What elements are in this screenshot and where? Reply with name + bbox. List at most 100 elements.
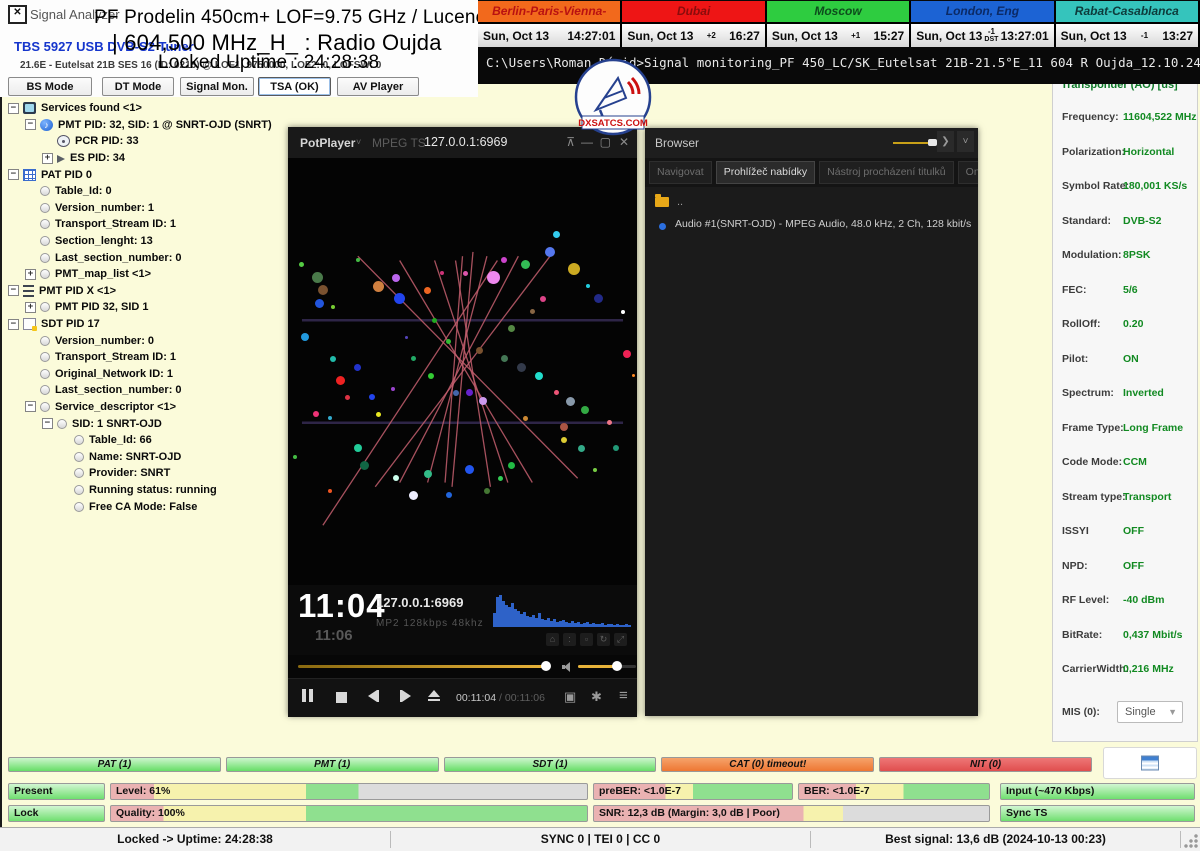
transponder-row-value: OFF <box>1123 525 1144 537</box>
expand-icon[interactable]: + <box>25 302 36 313</box>
browser-tab-navigovat[interactable]: Navigovat <box>649 161 712 184</box>
mode-tab-av-player[interactable]: AV Player <box>337 77 419 96</box>
dxsatcs-logo: DXSATCS.COM <box>574 58 652 136</box>
transponder-row-value: 180,001 KS/s <box>1123 180 1187 192</box>
status-sync-counters: SYNC 0 | TEI 0 | CC 0 <box>391 828 810 851</box>
collapse-icon[interactable]: − <box>8 319 19 330</box>
browser-volume-slider[interactable] <box>893 142 931 144</box>
dot-icon <box>40 352 50 362</box>
stop-button[interactable] <box>336 690 347 708</box>
transponder-row: Code Mode:CCM <box>1053 456 1199 472</box>
tree-item[interactable]: +ES PID: 34 <box>2 150 286 167</box>
tree-item[interactable]: Original_Network ID: 1 <box>2 366 286 383</box>
tree-item[interactable]: Transport_Stream ID: 1 <box>2 349 286 366</box>
transponder-row: Frame Type:Long Frame <box>1053 422 1199 438</box>
tree-item[interactable]: Free CA Mode: False <box>2 498 286 515</box>
transponder-row-value: 5/6 <box>1123 284 1138 296</box>
world-clock: Berlin-Paris-Vienna-RomaSun, Oct 1314:27… <box>478 1 622 47</box>
tree-item-label: Last_section_number: 0 <box>55 384 182 396</box>
tree-item[interactable]: PCR PID: 33 <box>2 133 286 150</box>
pause-button[interactable] <box>302 689 316 707</box>
transponder-row: Pilot:ON <box>1053 353 1199 369</box>
viz-dot <box>453 390 459 396</box>
tree-item[interactable]: Transport_Stream ID: 1 <box>2 216 286 233</box>
minimize-icon[interactable]: — <box>581 135 593 149</box>
tree-item[interactable]: Table_Id: 66 <box>2 432 286 449</box>
mode-tab-signal-mon-[interactable]: Signal Mon. <box>180 77 254 96</box>
tree-item[interactable]: Name: SNRT-OJD <box>2 448 286 465</box>
tree-item[interactable]: Last_section_number: 0 <box>2 249 286 266</box>
mis-dropdown[interactable]: Single ▼ <box>1117 701 1183 723</box>
tree-item[interactable]: −Services found <1> <box>2 100 286 117</box>
folder-icon[interactable] <box>655 197 669 207</box>
tree-item[interactable]: Running status: running <box>2 482 286 499</box>
tree-item[interactable]: −PAT PID 0 <box>2 166 286 183</box>
mode-tab-dt-mode[interactable]: DT Mode <box>102 77 174 96</box>
transponder-row-value: Transport <box>1123 491 1171 503</box>
tree-item[interactable]: −Service_descriptor <1> <box>2 399 286 416</box>
loop-icon[interactable]: ↻ <box>597 633 610 646</box>
collapse-icon[interactable]: − <box>8 285 19 296</box>
collapse-icon[interactable]: − <box>8 169 19 180</box>
browser-tab-online-[interactable]: Online ! <box>958 161 978 184</box>
transponder-row-value: ON <box>1123 353 1139 365</box>
transponder-row-value: 11604,522 MHz <box>1123 111 1197 123</box>
maximize-icon[interactable]: ▢ <box>600 135 611 149</box>
audio-track-item[interactable]: Audio #1(SNRT-OJD) - MPEG Audio, 48.0 kH… <box>675 218 973 230</box>
menu-icon[interactable]: ≡ <box>619 687 628 704</box>
chevron-down-icon[interactable]: ˅ <box>356 137 361 147</box>
box-icon[interactable]: ▫ <box>580 633 593 646</box>
eject-button[interactable] <box>428 690 440 701</box>
collapse-icon[interactable]: − <box>25 401 36 412</box>
close-icon[interactable]: ✕ <box>619 135 629 149</box>
pin-icon[interactable]: ⊼ <box>566 135 575 149</box>
tree-item[interactable]: Version_number: 0 <box>2 332 286 349</box>
tree-item[interactable]: −SDT PID 17 <box>2 316 286 333</box>
seek-bar[interactable] <box>298 665 546 668</box>
more-icon[interactable]: : <box>563 633 576 646</box>
home-icon[interactable]: ⌂ <box>546 633 559 646</box>
tree-item[interactable]: +PMT PID 32, SID 1 <box>2 299 286 316</box>
browser-titlebar[interactable]: Browser ⚑ ✕ <box>645 128 978 158</box>
tree-item[interactable]: Table_Id: 0 <box>2 183 286 200</box>
seek-knob[interactable] <box>541 661 551 671</box>
fullscreen-icon[interactable]: ⤢ <box>614 633 627 646</box>
tv-icon <box>23 102 36 114</box>
tree-item[interactable]: −PMT PID X <1> <box>2 283 286 300</box>
volume-knob[interactable] <box>612 661 622 671</box>
tree-item[interactable]: +PMT_map_list <1> <box>2 266 286 283</box>
collapse-icon[interactable]: − <box>42 418 53 429</box>
tree-item[interactable]: −SID: 1 SNRT-OJD <box>2 415 286 432</box>
expand-icon[interactable]: + <box>25 269 36 280</box>
tree-item[interactable]: Provider: SNRT <box>2 465 286 482</box>
transponder-row-label: FEC: <box>1062 284 1087 296</box>
service-list-button[interactable] <box>1103 747 1197 779</box>
expand-icon[interactable]: + <box>42 153 53 164</box>
screen-mode-icon[interactable]: ▣ <box>564 689 576 705</box>
resize-grip[interactable] <box>1184 834 1198 848</box>
browser-tab-prohlížeč-nabídky[interactable]: Prohlížeč nabídky <box>716 161 815 184</box>
mode-tab-tsa-ok-[interactable]: TSA (OK) <box>258 77 331 96</box>
overlay-uptime: Locked Uptime : 24:28:38 <box>158 52 379 74</box>
tree-item[interactable]: Version_number: 1 <box>2 200 286 217</box>
tree-item-label: Section_lenght: 13 <box>55 235 153 247</box>
viz-dot <box>432 318 437 323</box>
tree-item[interactable]: Last_section_number: 0 <box>2 382 286 399</box>
transponder-row: ISSYIOFF <box>1053 525 1199 541</box>
browser-volume-knob[interactable] <box>928 139 937 146</box>
collapse-icon[interactable]: − <box>25 119 36 130</box>
collapse-icon[interactable]: − <box>8 103 19 114</box>
tree-item[interactable]: Section_lenght: 13 <box>2 233 286 250</box>
mode-tab-bs-mode[interactable]: BS Mode <box>8 77 92 96</box>
mis-label: MIS (0): <box>1062 706 1100 718</box>
tabs-dropdown-icon[interactable]: ˅ <box>957 131 974 152</box>
up-directory-item[interactable]: .. <box>677 196 683 208</box>
viz-dot <box>328 489 332 493</box>
browser-tab-nástroj-procházení-titulků[interactable]: Nástroj procházení titulků <box>819 161 953 184</box>
settings-gear-icon[interactable]: ✱ <box>591 689 602 705</box>
next-button[interactable] <box>400 689 411 707</box>
tree-item[interactable]: −PMT PID: 32, SID: 1 @ SNRT-OJD (SNRT) <box>2 117 286 134</box>
tabs-scroll-right-icon[interactable]: ❯ <box>937 131 954 152</box>
potplayer-title[interactable]: PotPlayer <box>300 136 355 150</box>
previous-button[interactable] <box>368 689 379 707</box>
